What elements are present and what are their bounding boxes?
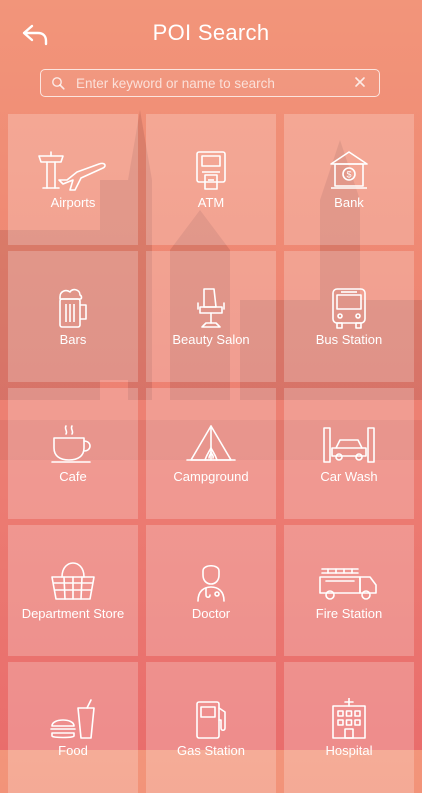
airport-icon bbox=[38, 151, 106, 191]
page-title: POI Search bbox=[152, 20, 270, 45]
shopping-basket-icon bbox=[51, 562, 95, 600]
category-tile-atm[interactable]: ATM bbox=[146, 114, 276, 245]
category-label: Food bbox=[58, 743, 88, 758]
coffee-cup-icon bbox=[51, 425, 91, 463]
category-tile-car-wash[interactable]: Car Wash bbox=[284, 388, 414, 519]
category-label: Bars bbox=[59, 332, 87, 347]
search-icon bbox=[52, 77, 65, 90]
car-wash-icon bbox=[323, 427, 375, 463]
search-bar[interactable] bbox=[40, 69, 380, 97]
category-label: Airports bbox=[50, 195, 96, 210]
app-header: POI Search bbox=[0, 0, 422, 66]
category-label: Campground bbox=[173, 469, 249, 484]
category-label: Department Store bbox=[21, 606, 125, 621]
category-tile-food[interactable]: Food bbox=[8, 662, 138, 793]
category-label: Hospital bbox=[325, 743, 373, 758]
category-tile-doctor[interactable]: Doctor bbox=[146, 525, 276, 656]
fire-truck-icon bbox=[319, 568, 377, 600]
fast-food-icon bbox=[50, 699, 95, 739]
category-label: ATM bbox=[197, 195, 225, 210]
category-tile-hospital[interactable]: Hospital bbox=[284, 662, 414, 793]
category-tile-airports[interactable]: Airports bbox=[8, 114, 138, 245]
category-label: Car Wash bbox=[320, 469, 378, 484]
category-tile-beauty-salon[interactable]: Beauty Salon bbox=[146, 251, 276, 382]
category-label: Gas Station bbox=[177, 743, 245, 758]
category-tile-gas-station[interactable]: Gas Station bbox=[146, 662, 276, 793]
tent-icon bbox=[186, 425, 236, 461]
category-label: Cafe bbox=[59, 469, 87, 484]
doctor-icon bbox=[197, 564, 225, 602]
close-icon[interactable] bbox=[353, 75, 367, 89]
category-label: Fire Station bbox=[315, 606, 383, 621]
atm-icon bbox=[196, 151, 226, 190]
bank-icon: $ bbox=[330, 151, 368, 189]
category-tile-bank[interactable]: $ Bank bbox=[284, 114, 414, 245]
beer-mug-icon bbox=[59, 288, 87, 328]
svg-text:$: $ bbox=[346, 170, 351, 180]
bus-icon bbox=[332, 288, 366, 329]
category-tile-department-store[interactable]: Department Store bbox=[8, 525, 138, 656]
fuel-pump-icon bbox=[196, 701, 226, 739]
category-tile-bus-station[interactable]: Bus Station bbox=[284, 251, 414, 382]
search-input[interactable] bbox=[74, 70, 358, 97]
category-tile-campground[interactable]: Campground bbox=[146, 388, 276, 519]
category-label: Bus Station bbox=[315, 332, 383, 347]
category-tile-cafe[interactable]: Cafe bbox=[8, 388, 138, 519]
category-label: Doctor bbox=[191, 606, 231, 621]
hospital-icon bbox=[332, 698, 366, 739]
category-label: Bank bbox=[334, 195, 364, 210]
category-grid: Airports ATM $ Bank Bars Beauty Salon Bu… bbox=[8, 114, 414, 793]
salon-chair-icon bbox=[197, 288, 225, 328]
category-tile-bars[interactable]: Bars bbox=[8, 251, 138, 382]
category-tile-fire-station[interactable]: Fire Station bbox=[284, 525, 414, 656]
category-label: Beauty Salon bbox=[172, 332, 250, 347]
